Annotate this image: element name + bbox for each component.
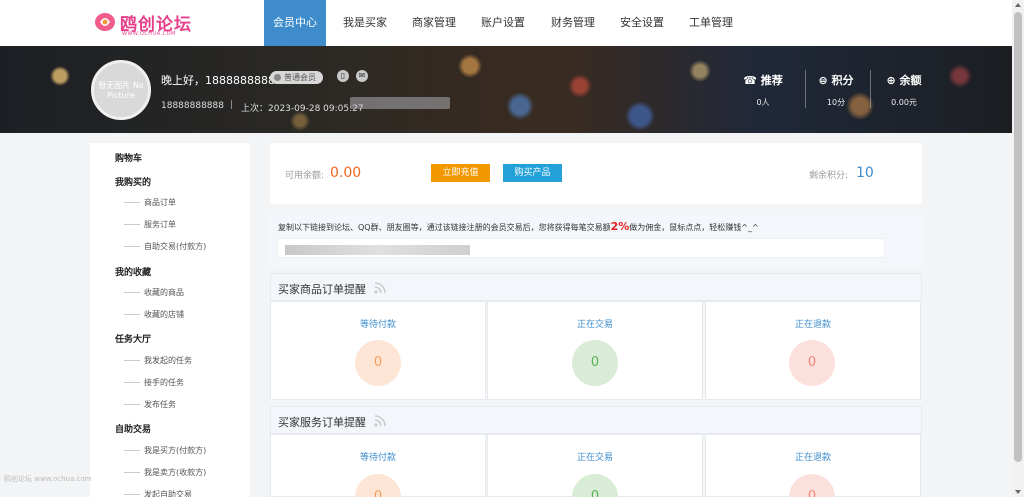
sidebar-item-self-trade-payer[interactable]: 自助交易(付款方) <box>123 241 206 252</box>
stat-value: 10分 <box>826 98 846 107</box>
nav-buyer[interactable]: 我是买家 <box>334 0 396 46</box>
nav-security[interactable]: 安全设置 <box>611 0 673 46</box>
top-nav: 鸥创论坛 WWW.OCHUA.COM 会员中心 我是买家 商家管理 账户设置 财… <box>0 0 1012 46</box>
stat-divider <box>870 70 871 108</box>
count-pending-payment: 0 <box>355 340 401 386</box>
rss-icon <box>374 282 386 294</box>
sidebar-item-my-tasks[interactable]: 我发起的任务 <box>124 355 192 366</box>
logo[interactable]: 鸥创论坛 WWW.OCHUA.COM <box>94 10 204 38</box>
points-value: 10 <box>856 165 874 181</box>
sidebar-item-seller-payee[interactable]: 我是卖方(收款方) <box>123 467 206 478</box>
logo-mark-icon <box>95 13 115 31</box>
member-level-badge: 普通会员 <box>270 71 323 84</box>
service-orders-title: 买家服务订单提醒 <box>278 416 366 429</box>
info-separator: | <box>230 100 234 110</box>
stat-title: 推荐 <box>760 74 783 87</box>
avatar[interactable]: 暂无图片 No Picture <box>91 60 151 120</box>
rss-icon <box>374 415 386 427</box>
scroll-down-icon[interactable] <box>1015 490 1021 494</box>
stat-value: 0人 <box>756 98 770 107</box>
goods-orders-header <box>270 273 922 301</box>
nav-finance[interactable]: 财务管理 <box>542 0 604 46</box>
goods-orders-title: 买家商品订单提醒 <box>278 283 366 296</box>
stat-points[interactable]: ⊜ 积分 10分 <box>806 72 866 108</box>
sidebar-item-accepted-tasks[interactable]: 接手的任务 <box>124 377 184 388</box>
database-icon: ⊜ <box>818 74 828 87</box>
email-verified-icon[interactable]: ✉ <box>356 70 368 82</box>
sidebar-item-start-self-trade[interactable]: 发起自助交易 <box>124 489 192 497</box>
scrollbar-thumb[interactable] <box>1014 12 1022 462</box>
card-label: 正在退款 <box>794 453 831 463</box>
coin-icon: ⊕ <box>886 74 896 87</box>
sidebar-item-fav-shops[interactable]: 收藏的店铺 <box>124 309 184 320</box>
count-refunding: 0 <box>789 340 835 386</box>
commission-percent: 2% <box>610 220 630 233</box>
card-label: 正在交易 <box>576 453 613 463</box>
card-label: 正在交易 <box>576 320 613 330</box>
sidebar-item-buyer-payer[interactable]: 我是买方(付款方) <box>123 445 206 456</box>
stat-title: 积分 <box>831 74 854 87</box>
count-trading: 0 <box>572 340 618 386</box>
sidebar-item-fav-goods[interactable]: 收藏的商品 <box>124 287 184 298</box>
points-label: 剩余积分: <box>809 171 849 181</box>
card-label: 等待付款 <box>359 320 396 330</box>
card-label: 等待付款 <box>359 453 396 463</box>
phone-verified-icon[interactable]: ▯ <box>337 70 349 82</box>
stat-balance[interactable]: ⊕ 余额 0.00元 <box>874 72 934 108</box>
scrollbar[interactable] <box>1012 0 1024 497</box>
scroll-up-icon[interactable] <box>1015 3 1021 7</box>
nav-account-settings[interactable]: 账户设置 <box>472 0 534 46</box>
card-label: 正在退款 <box>794 320 831 330</box>
nav-member-center[interactable]: 会员中心 <box>264 0 326 46</box>
service-orders-header <box>270 406 922 434</box>
balance-label: 可用余额: <box>285 171 325 181</box>
buy-product-button[interactable]: 购买产品 <box>503 164 562 182</box>
referral-text: 复制以下链接到论坛、QQ群、朋友圈等，通过该链接注册的会员交易后，您将获得每笔交… <box>278 220 759 233</box>
sidebar-heading-tasks: 任务大厅 <box>115 335 152 345</box>
watermark: 鸥创论坛 www.ochua.com <box>4 475 92 483</box>
phone-icon: ☎ <box>743 74 757 87</box>
balance-value: 0.00 <box>330 165 362 181</box>
greeting: 晚上好，18888888888 <box>161 74 282 87</box>
sidebar-heading-bought: 我购买的 <box>115 178 152 188</box>
nav-merchant[interactable]: 商家管理 <box>403 0 465 46</box>
referral-link-redacted <box>285 245 470 255</box>
sidebar-item-publish-task[interactable]: 发布任务 <box>124 399 176 410</box>
sidebar-item-cart[interactable]: 购物车 <box>115 151 142 164</box>
recharge-button[interactable]: 立即充值 <box>431 164 490 182</box>
stat-value: 0.00元 <box>891 98 917 107</box>
sidebar-heading-self-trade: 自助交易 <box>115 425 152 435</box>
stat-referrals[interactable]: ☎ 推荐 0人 <box>733 72 793 108</box>
logo-url: WWW.OCHUA.COM <box>122 31 176 37</box>
nav-tickets[interactable]: 工单管理 <box>680 0 742 46</box>
sidebar-item-goods-orders[interactable]: 商品订单 <box>124 197 176 208</box>
user-phone: 18888888888 <box>161 101 224 111</box>
last-login-ip-redacted <box>350 97 450 109</box>
last-login: 上次：2023-09-28 09:05:27 <box>241 104 364 114</box>
sidebar-heading-favorites: 我的收藏 <box>115 268 152 278</box>
stat-title: 余额 <box>899 74 922 87</box>
sidebar-item-service-orders[interactable]: 服务订单 <box>124 219 176 230</box>
avatar-placeholder: 暂无图片 No Picture <box>98 81 144 100</box>
